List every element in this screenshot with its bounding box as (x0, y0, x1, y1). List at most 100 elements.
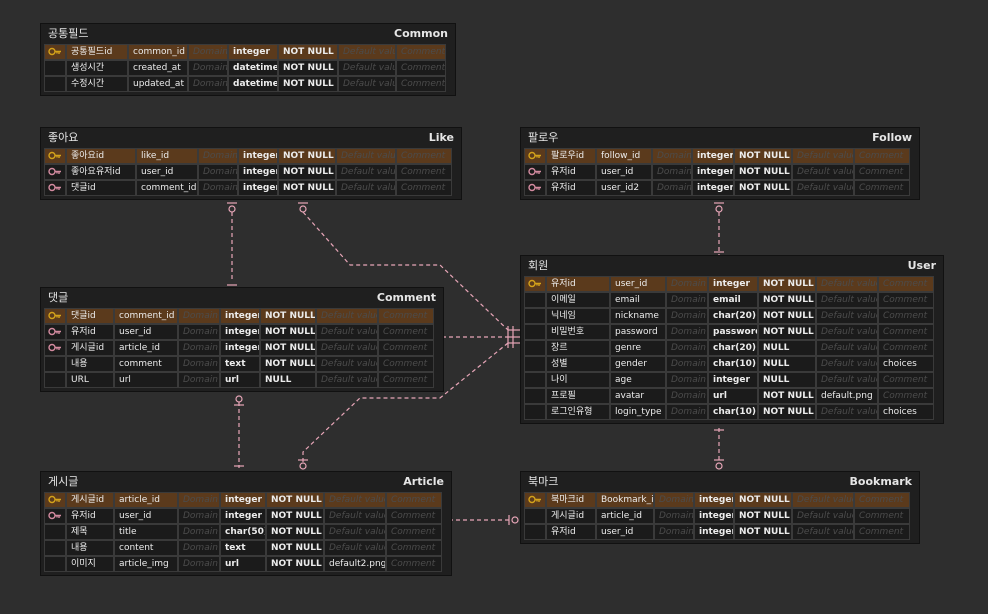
domain-cell[interactable]: Domain (178, 340, 220, 356)
type-cell[interactable]: url (220, 372, 260, 388)
type-cell[interactable]: char(50) (220, 524, 266, 540)
domain-cell[interactable]: Domain (188, 76, 228, 92)
domain-cell[interactable]: Domain (198, 164, 238, 180)
column-row[interactable]: 게시글id article_id Domain integer NOT NULL Defa… (44, 492, 448, 508)
comment-cell[interactable]: Comment (396, 164, 452, 180)
null-cell[interactable]: NOT NULL (266, 540, 324, 556)
comment-cell[interactable]: Comment (396, 148, 452, 164)
type-cell[interactable]: integer (694, 524, 734, 540)
null-cell[interactable]: NOT NULL (260, 308, 316, 324)
column-row[interactable]: 내용 comment Domain text NOT NULL Default value… (44, 356, 440, 372)
comment-cell[interactable]: Comment (378, 356, 434, 372)
physical-name-cell[interactable]: login_type (610, 404, 666, 420)
logical-name-cell[interactable]: 게시글id (66, 492, 114, 508)
physical-name-cell[interactable]: article_id (114, 492, 178, 508)
type-cell[interactable]: text (220, 540, 266, 556)
column-row[interactable]: 좋아요id like_id Domain integer NOT NULL Default… (44, 148, 458, 164)
column-row[interactable]: 수정시간 updated_at Domain datetime NOT NULL Defa… (44, 76, 452, 92)
domain-cell[interactable]: Domain (188, 44, 228, 60)
default-cell[interactable]: Default value (816, 404, 878, 420)
entity-common[interactable]: 공통필드 Common 공통필드id common_id Domain integer NO… (40, 23, 456, 96)
domain-cell[interactable]: Domain (666, 340, 708, 356)
comment-cell[interactable]: Comment (878, 308, 934, 324)
logical-name-cell[interactable]: 북마크id (546, 492, 596, 508)
logical-name-cell[interactable]: 팔로우id (546, 148, 596, 164)
physical-name-cell[interactable]: comment (114, 356, 178, 372)
null-cell[interactable]: NOT NULL (734, 492, 792, 508)
null-cell[interactable]: NOT NULL (278, 164, 336, 180)
domain-cell[interactable]: Domain (654, 508, 694, 524)
type-cell[interactable]: integer (692, 180, 734, 196)
column-row[interactable]: 북마크id Bookmark_id Domain integer NOT NULL Def… (524, 492, 916, 508)
comment-cell[interactable]: Comment (396, 44, 446, 60)
comment-cell[interactable]: Comment (386, 524, 442, 540)
logical-name-cell[interactable]: 유저id (66, 508, 114, 524)
type-cell[interactable]: password (708, 324, 758, 340)
physical-name-cell[interactable]: like_id (136, 148, 198, 164)
comment-cell[interactable]: choices (878, 404, 934, 420)
physical-name-cell[interactable]: user_id (596, 524, 654, 540)
domain-cell[interactable]: Domain (178, 356, 220, 372)
entity-follow[interactable]: 팔로우 Follow 팔로우id follow_id Domain integer NOT … (520, 127, 920, 200)
domain-cell[interactable]: Domain (188, 60, 228, 76)
domain-cell[interactable]: Domain (654, 524, 694, 540)
type-cell[interactable]: integer (220, 340, 260, 356)
null-cell[interactable]: NOT NULL (758, 276, 816, 292)
default-cell[interactable]: Default value (792, 524, 854, 540)
type-cell[interactable]: url (220, 556, 266, 572)
logical-name-cell[interactable]: 유저id (546, 164, 596, 180)
comment-cell[interactable]: Comment (878, 276, 934, 292)
physical-name-cell[interactable]: user_id (114, 324, 178, 340)
column-row[interactable]: 유저id user_id2 Domain integer NOT NULL Default… (524, 180, 916, 196)
column-row[interactable]: 팔로우id follow_id Domain integer NOT NULL Defau… (524, 148, 916, 164)
comment-cell[interactable]: Comment (378, 340, 434, 356)
default-cell[interactable]: Default value (336, 164, 396, 180)
physical-name-cell[interactable]: follow_id (596, 148, 652, 164)
default-cell[interactable]: Default value (338, 60, 396, 76)
domain-cell[interactable]: Domain (666, 276, 708, 292)
null-cell[interactable]: NOT NULL (758, 404, 816, 420)
null-cell[interactable]: NOT NULL (758, 388, 816, 404)
domain-cell[interactable]: Domain (652, 148, 692, 164)
domain-cell[interactable]: Domain (198, 148, 238, 164)
comment-cell[interactable]: Comment (854, 492, 910, 508)
type-cell[interactable]: char(20) (708, 340, 758, 356)
column-row[interactable]: 유저id user_id Domain integer NOT NULL Default … (524, 276, 940, 292)
entity-header[interactable]: 좋아요 Like (44, 128, 458, 148)
domain-cell[interactable]: Domain (178, 372, 220, 388)
domain-cell[interactable]: Domain (198, 180, 238, 196)
column-row[interactable]: URL url Domain url NULL Default value Comment (44, 372, 440, 388)
default-cell[interactable]: default.png (816, 388, 878, 404)
column-row[interactable]: 내용 content Domain text NOT NULL Default value… (44, 540, 448, 556)
domain-cell[interactable]: Domain (666, 388, 708, 404)
comment-cell[interactable]: Comment (854, 164, 910, 180)
column-row[interactable]: 댓글id comment_id Domain integer NOT NULL Defau… (44, 308, 440, 324)
null-cell[interactable]: NOT NULL (758, 292, 816, 308)
physical-name-cell[interactable]: user_id (114, 508, 178, 524)
null-cell[interactable]: NOT NULL (734, 164, 792, 180)
null-cell[interactable]: NOT NULL (260, 340, 316, 356)
default-cell[interactable]: Default value (316, 324, 378, 340)
default-cell[interactable]: Default value (792, 180, 854, 196)
domain-cell[interactable]: Domain (666, 324, 708, 340)
type-cell[interactable]: integer (692, 164, 734, 180)
null-cell[interactable]: NULL (758, 340, 816, 356)
default-cell[interactable]: Default value (816, 276, 878, 292)
comment-cell[interactable]: Comment (878, 340, 934, 356)
domain-cell[interactable]: Domain (654, 492, 694, 508)
entity-header[interactable]: 게시글 Article (44, 472, 448, 492)
null-cell[interactable]: NOT NULL (278, 76, 338, 92)
type-cell[interactable]: char(10) (708, 356, 758, 372)
null-cell[interactable]: NOT NULL (266, 556, 324, 572)
null-cell[interactable]: NOT NULL (758, 308, 816, 324)
logical-name-cell[interactable]: 이메일 (546, 292, 610, 308)
null-cell[interactable]: NOT NULL (734, 508, 792, 524)
domain-cell[interactable]: Domain (178, 556, 220, 572)
comment-cell[interactable]: Comment (396, 60, 446, 76)
default-cell[interactable]: Default value (816, 324, 878, 340)
column-row[interactable]: 좋아요유저id user_id Domain integer NOT NULL Defau… (44, 164, 458, 180)
physical-name-cell[interactable]: comment_id (136, 180, 198, 196)
column-row[interactable]: 유저id user_id Domain integer NOT NULL Default … (44, 324, 440, 340)
type-cell[interactable]: datetime (228, 76, 278, 92)
default-cell[interactable]: Default value (792, 508, 854, 524)
